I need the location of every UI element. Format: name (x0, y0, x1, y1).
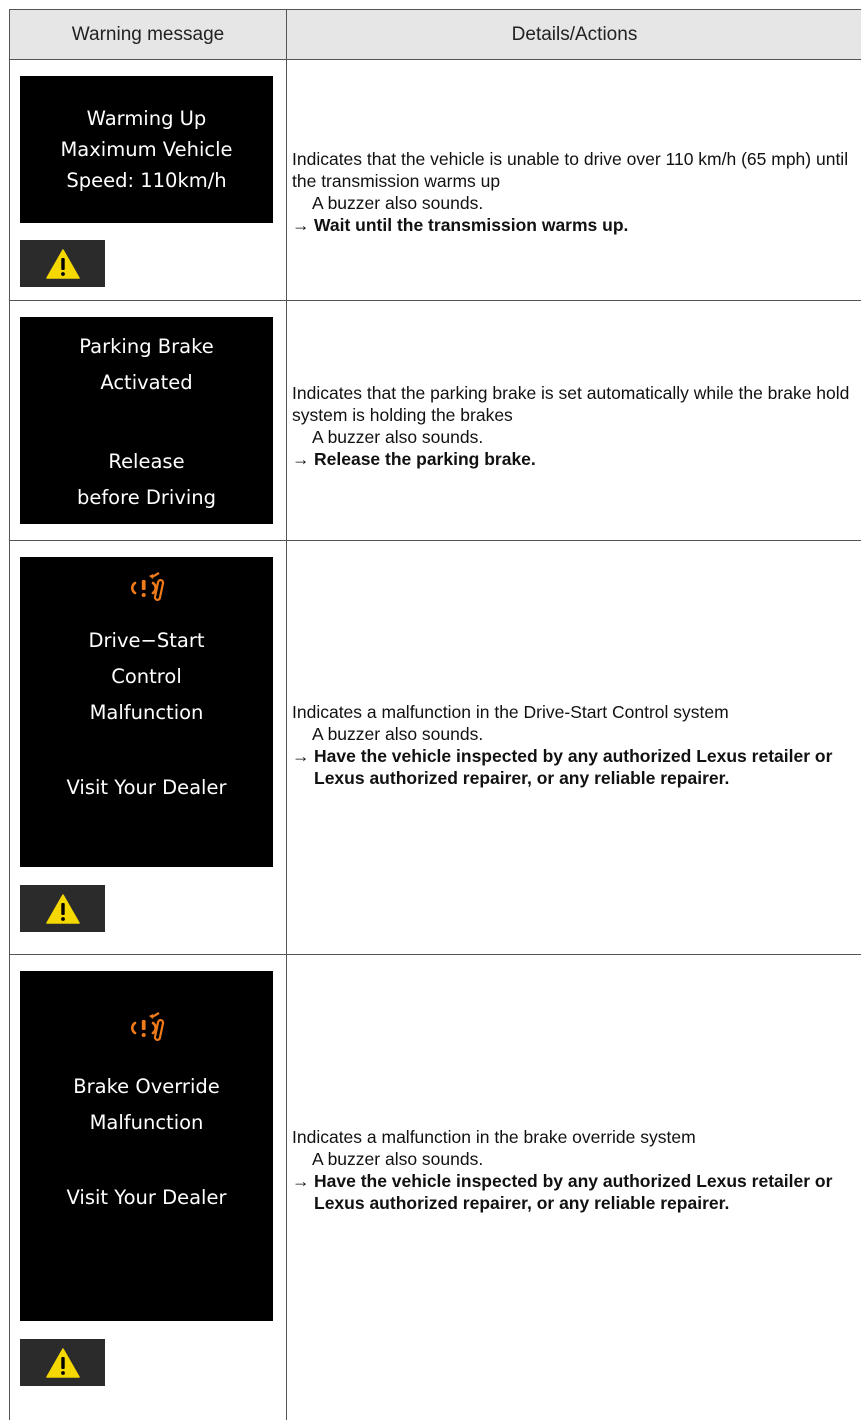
screen-text: Visit Your Dealer (66, 776, 227, 799)
action-item: → Have the vehicle inspected by any auth… (292, 1170, 860, 1214)
action-item: → Wait until the transmission warms up. (292, 214, 860, 236)
arrow-icon: → (292, 449, 310, 469)
warning-triangle-icon (20, 240, 105, 287)
warning-message-cell: Parking Brake Activated Release before D… (10, 301, 287, 540)
table-row: Parking Brake Activated Release before D… (10, 301, 861, 541)
screen-text: Warming Up (86, 107, 207, 130)
warning-triangle-icon (20, 885, 105, 932)
screen-text: Parking Brake (79, 335, 214, 358)
arrow-icon: → (292, 215, 310, 235)
table-header: Warning message Details/Actions (10, 10, 861, 60)
details-cell: Indicates that the vehicle is unable to … (287, 60, 861, 300)
screen-text: Malfunction (89, 1111, 204, 1134)
action-text: Wait until the transmission warms up. (314, 215, 629, 235)
screen-text: Brake Override (73, 1075, 220, 1098)
screen-text: Release (108, 450, 185, 473)
warning-triangle-icon (20, 1339, 105, 1386)
action-text: Have the vehicle inspected by any author… (314, 1171, 833, 1213)
details-cell: Indicates a malfunction in the brake ove… (287, 955, 861, 1420)
buzzer-note: A buzzer also sounds. (312, 1149, 484, 1169)
screen-text: Maximum Vehicle (60, 138, 233, 161)
details-text: Indicates that the parking brake is set … (292, 383, 850, 425)
screen-text: Control (111, 665, 182, 688)
arrow-icon: → (292, 1171, 310, 1191)
details-text: Indicates a malfunction in the Drive-Sta… (292, 702, 729, 722)
table-row: Brake Override Malfunction Visit Your De… (10, 955, 861, 1420)
header-warning-message: Warning message (10, 10, 287, 59)
buzzer-note: A buzzer also sounds. (312, 427, 484, 447)
screen-text: Malfunction (89, 701, 204, 724)
action-text: Release the parking brake. (314, 449, 536, 469)
warning-message-cell: Warming Up Maximum Vehicle Speed: 110km/… (10, 60, 287, 300)
table-row: Drive−Start Control Malfunction Visit Yo… (10, 541, 861, 955)
display-screen: Warming Up Maximum Vehicle Speed: 110km/… (20, 76, 273, 223)
details-cell: Indicates a malfunction in the Drive-Sta… (287, 541, 861, 954)
warning-messages-table: Warning message Details/Actions Warming … (9, 9, 861, 1420)
screen-text: Visit Your Dealer (66, 1186, 227, 1209)
pedal-warning-icon (130, 1011, 164, 1041)
details-cell: Indicates that the parking brake is set … (287, 301, 861, 540)
details-text: Indicates that the vehicle is unable to … (292, 149, 849, 191)
screen-text: before Driving (76, 486, 217, 509)
screen-text: Drive−Start (88, 629, 205, 652)
screen-text: Activated (100, 371, 193, 394)
details-text: Indicates a malfunction in the brake ove… (292, 1127, 696, 1147)
action-text: Have the vehicle inspected by any author… (314, 746, 833, 788)
action-item: → Have the vehicle inspected by any auth… (292, 745, 860, 789)
display-screen: Drive−Start Control Malfunction Visit Yo… (20, 557, 273, 867)
warning-message-cell: Drive−Start Control Malfunction Visit Yo… (10, 541, 287, 954)
header-details-actions: Details/Actions (511, 23, 638, 45)
screen-text: Speed: 110km/h (66, 169, 227, 192)
display-screen: Brake Override Malfunction Visit Your De… (20, 971, 273, 1321)
pedal-warning-icon (130, 571, 164, 601)
action-item: → Release the parking brake. (292, 448, 860, 470)
buzzer-note: A buzzer also sounds. (312, 724, 484, 744)
buzzer-note: A buzzer also sounds. (312, 193, 484, 213)
display-screen: Parking Brake Activated Release before D… (20, 317, 273, 524)
table-row: Warming Up Maximum Vehicle Speed: 110km/… (10, 60, 861, 301)
arrow-icon: → (292, 746, 310, 766)
warning-message-cell: Brake Override Malfunction Visit Your De… (10, 955, 287, 1420)
